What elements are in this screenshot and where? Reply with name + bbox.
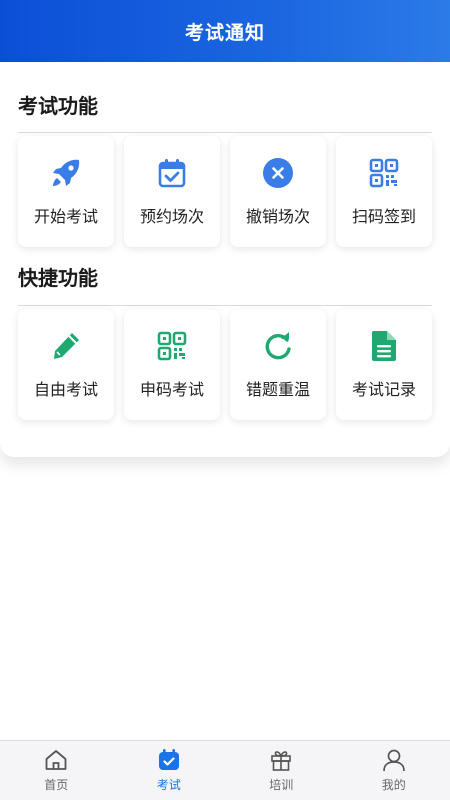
quick-functions-grid: 自由考试 申码考试 错题重温 考试记录 [18, 309, 432, 420]
tab-mine[interactable]: 我的 [338, 741, 450, 800]
exam-records-button[interactable]: 考试记录 [336, 309, 432, 420]
review-mistakes-label: 错题重温 [245, 380, 310, 399]
document-icon [367, 329, 401, 363]
review-mistakes-button[interactable]: 错题重温 [230, 309, 326, 420]
free-exam-button[interactable]: 自由考试 [18, 309, 114, 420]
qr-code-icon [155, 329, 189, 363]
start-exam-button[interactable]: 开始考试 [18, 136, 114, 247]
section-divider [18, 132, 432, 133]
section-title-quick-functions: 快捷功能 [18, 266, 98, 290]
cancel-session-button[interactable]: 撤销场次 [230, 136, 326, 247]
free-exam-label: 自由考试 [33, 380, 98, 399]
home-icon [43, 747, 69, 773]
code-exam-label: 申码考试 [139, 380, 204, 399]
cancel-session-label: 撤销场次 [245, 207, 310, 226]
cancel-circle-icon [261, 156, 295, 190]
user-icon [381, 747, 407, 773]
exam-functions-grid: 开始考试 预约场次 撤销场次 扫码签到 [18, 136, 432, 247]
scan-checkin-label: 扫码签到 [351, 207, 416, 226]
tab-exam-label: 考试 [156, 778, 181, 792]
header-bar: 考试通知 [0, 0, 450, 62]
rocket-icon [49, 156, 83, 190]
section-title-exam-functions: 考试功能 [18, 94, 98, 118]
gift-icon [268, 747, 294, 773]
section-divider [18, 305, 432, 306]
tab-training[interactable]: 培训 [225, 741, 338, 800]
tab-home[interactable]: 首页 [0, 741, 113, 800]
function-panel: 考试功能 开始考试 预约场次 撤销场次 扫码签到 快捷功能 自由考试 申码考试 … [0, 62, 450, 457]
book-session-button[interactable]: 预约场次 [124, 136, 220, 247]
tab-home-label: 首页 [44, 778, 69, 792]
refresh-icon [261, 329, 295, 363]
start-exam-label: 开始考试 [33, 207, 98, 226]
exam-records-label: 考试记录 [351, 380, 416, 399]
tab-mine-label: 我的 [381, 778, 406, 792]
tab-training-label: 培训 [269, 778, 294, 792]
qr-code-icon [367, 156, 401, 190]
tab-exam[interactable]: 考试 [113, 741, 226, 800]
bottom-tab-bar: 首页 考试 培训 我的 [0, 740, 450, 800]
scan-checkin-button[interactable]: 扫码签到 [336, 136, 432, 247]
pencil-icon [49, 329, 83, 363]
book-session-label: 预约场次 [139, 207, 204, 226]
calendar-check-icon [155, 156, 189, 190]
exam-calendar-icon [156, 747, 182, 773]
page-title: 考试通知 [184, 21, 265, 44]
code-exam-button[interactable]: 申码考试 [124, 309, 220, 420]
